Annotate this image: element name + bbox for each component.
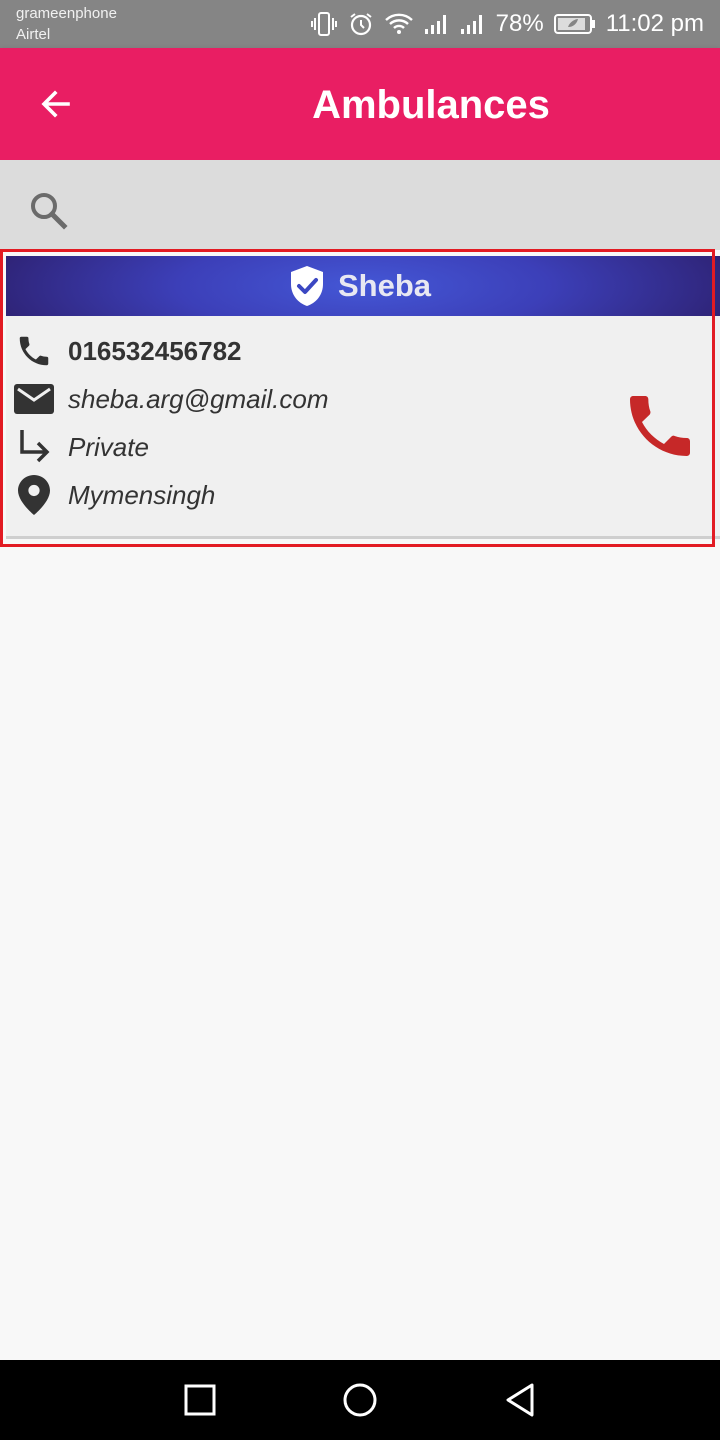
ambulance-card-selection-outline — [0, 249, 715, 547]
alarm-icon — [350, 13, 372, 36]
app-bar: Ambulances — [0, 48, 720, 160]
system-nav-bar — [0, 1360, 720, 1440]
back-button[interactable] — [32, 80, 80, 128]
back-triangle-icon[interactable] — [500, 1380, 540, 1420]
status-bar: grameenphone Airtel 78% 11:02 pm — [0, 0, 720, 48]
status-icons: 78% 11:02 pm — [310, 8, 704, 40]
vibrate-icon — [310, 12, 337, 36]
page-title: Ambulances — [312, 83, 550, 127]
clock-time: 11:02 pm — [605, 10, 704, 37]
arrow-back-icon — [41, 90, 70, 118]
carrier-name-primary: grameenphone — [16, 5, 117, 22]
home-circle-icon[interactable] — [340, 1380, 380, 1420]
carrier-name-secondary: Airtel — [16, 26, 51, 43]
signal-icon — [424, 15, 446, 34]
recents-square-icon[interactable] — [180, 1380, 220, 1420]
search-bar[interactable] — [0, 160, 720, 250]
search-icon[interactable] — [26, 188, 70, 232]
signal-icon — [460, 15, 482, 34]
battery-percent: 78% — [495, 10, 544, 37]
battery-icon — [553, 14, 595, 34]
wifi-icon — [384, 13, 413, 34]
